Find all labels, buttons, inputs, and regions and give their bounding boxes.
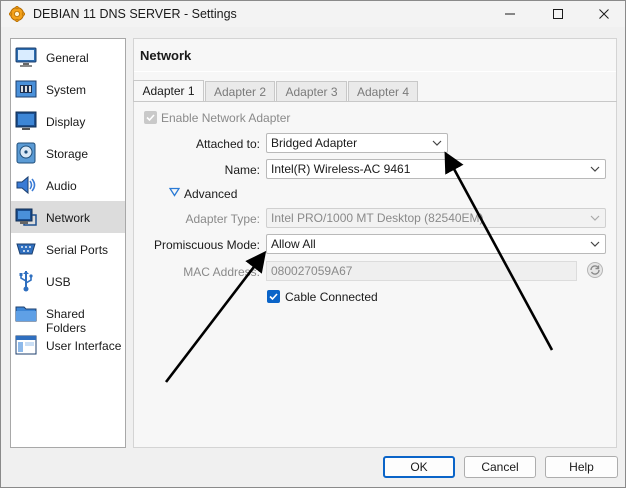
sidebar-item-serial-ports[interactable]: Serial Ports: [11, 233, 125, 265]
sidebar-item-label: Serial Ports: [46, 243, 109, 257]
sidebar-item-label: Audio: [46, 179, 77, 193]
minimize-icon: [505, 13, 515, 15]
disk-icon: [16, 142, 36, 164]
sidebar-item-label: System: [46, 83, 87, 97]
tab-adapter-1[interactable]: Adapter 1: [133, 80, 204, 102]
sidebar-item-general[interactable]: General: [11, 41, 125, 73]
sidebar-item-label: User Interface: [46, 339, 122, 353]
expand-triangle-icon[interactable]: [169, 187, 180, 197]
sidebar-item-display[interactable]: Display: [11, 105, 125, 137]
window-title: DEBIAN 11 DNS SERVER - Settings: [33, 7, 237, 21]
ok-button[interactable]: OK: [383, 456, 455, 478]
promiscuous-mode-label: Promiscuous Mode:: [153, 238, 260, 252]
sidebar-item-label: USB: [46, 275, 71, 289]
ui-icon: [15, 335, 37, 355]
maximize-button[interactable]: [535, 1, 581, 27]
promiscuous-mode-select[interactable]: Allow All: [266, 234, 606, 254]
sidebar-item-label: Network: [46, 211, 91, 225]
virtualbox-gear-icon: [9, 6, 25, 22]
help-button[interactable]: Help: [545, 456, 618, 478]
chevron-down-icon: [432, 140, 442, 146]
settings-sidebar: General System Display Storage Audio Net…: [10, 38, 126, 448]
attached-to-value: Bridged Adapter: [271, 136, 358, 150]
tab-adapter-2[interactable]: Adapter 2: [205, 81, 275, 102]
sidebar-item-storage[interactable]: Storage: [11, 137, 125, 169]
usb-icon: [19, 271, 33, 292]
checkmark-icon: [146, 114, 155, 122]
title-bar: DEBIAN 11 DNS SERVER - Settings: [1, 1, 625, 27]
mac-address-label: MAC Address:: [183, 265, 260, 279]
sidebar-item-user-interface[interactable]: User Interface: [11, 329, 125, 361]
tab-adapter-3[interactable]: Adapter 3: [276, 81, 347, 102]
title-divider: [134, 71, 616, 72]
network-icon: [15, 208, 37, 226]
maximize-icon: [553, 9, 563, 19]
name-label: Name:: [224, 163, 260, 177]
sidebar-item-label: Storage: [46, 147, 89, 161]
chevron-down-icon: [590, 166, 600, 172]
close-button[interactable]: [581, 1, 626, 27]
mac-address-field[interactable]: 080027059A67: [266, 261, 577, 281]
cable-connected-checkbox[interactable]: [267, 290, 280, 303]
close-icon: [599, 9, 609, 19]
speaker-icon: [16, 175, 36, 195]
sidebar-item-network[interactable]: Network: [11, 201, 125, 233]
adapter-type-value: Intel PRO/1000 MT Desktop (82540EM): [271, 211, 484, 225]
minimize-button[interactable]: [487, 1, 533, 27]
chevron-down-icon: [590, 241, 600, 247]
checkmark-icon: [269, 293, 278, 301]
display-icon: [15, 111, 37, 130]
tab-adapter-4[interactable]: Adapter 4: [348, 81, 418, 102]
cancel-button[interactable]: Cancel: [464, 456, 536, 478]
adapter-name-select[interactable]: Intel(R) Wireless-AC 9461: [266, 159, 606, 179]
chip-icon: [15, 80, 37, 98]
settings-window: DEBIAN 11 DNS SERVER - Settings General: [0, 0, 626, 488]
attached-to-label: Attached to:: [195, 137, 260, 151]
adapter-type-label: Adapter Type:: [185, 212, 261, 226]
serial-icon: [16, 243, 36, 255]
sidebar-item-usb[interactable]: USB: [11, 265, 125, 297]
sidebar-item-system[interactable]: System: [11, 73, 125, 105]
refresh-mac-icon[interactable]: [586, 261, 604, 279]
enable-adapter-label: Enable Network Adapter: [161, 111, 291, 125]
advanced-toggle-label[interactable]: Advanced: [184, 187, 237, 201]
folder-icon: [15, 306, 37, 322]
cable-connected-label: Cable Connected: [285, 290, 378, 304]
monitor-icon: [15, 47, 37, 67]
attached-to-select[interactable]: Bridged Adapter: [266, 133, 448, 153]
sidebar-item-label: Display: [46, 115, 86, 129]
sidebar-item-audio[interactable]: Audio: [11, 169, 125, 201]
promiscuous-mode-value: Allow All: [271, 237, 316, 251]
mac-address-value: 080027059A67: [271, 264, 353, 278]
sidebar-item-label: General: [46, 51, 89, 65]
enable-adapter-checkbox[interactable]: [144, 111, 157, 124]
adapter-type-select[interactable]: Intel PRO/1000 MT Desktop (82540EM): [266, 208, 606, 228]
sidebar-item-shared-folders[interactable]: Shared Folders: [11, 297, 125, 335]
page-title: Network: [140, 48, 192, 63]
adapter-name-value: Intel(R) Wireless-AC 9461: [271, 162, 411, 176]
chevron-down-icon: [590, 215, 600, 221]
